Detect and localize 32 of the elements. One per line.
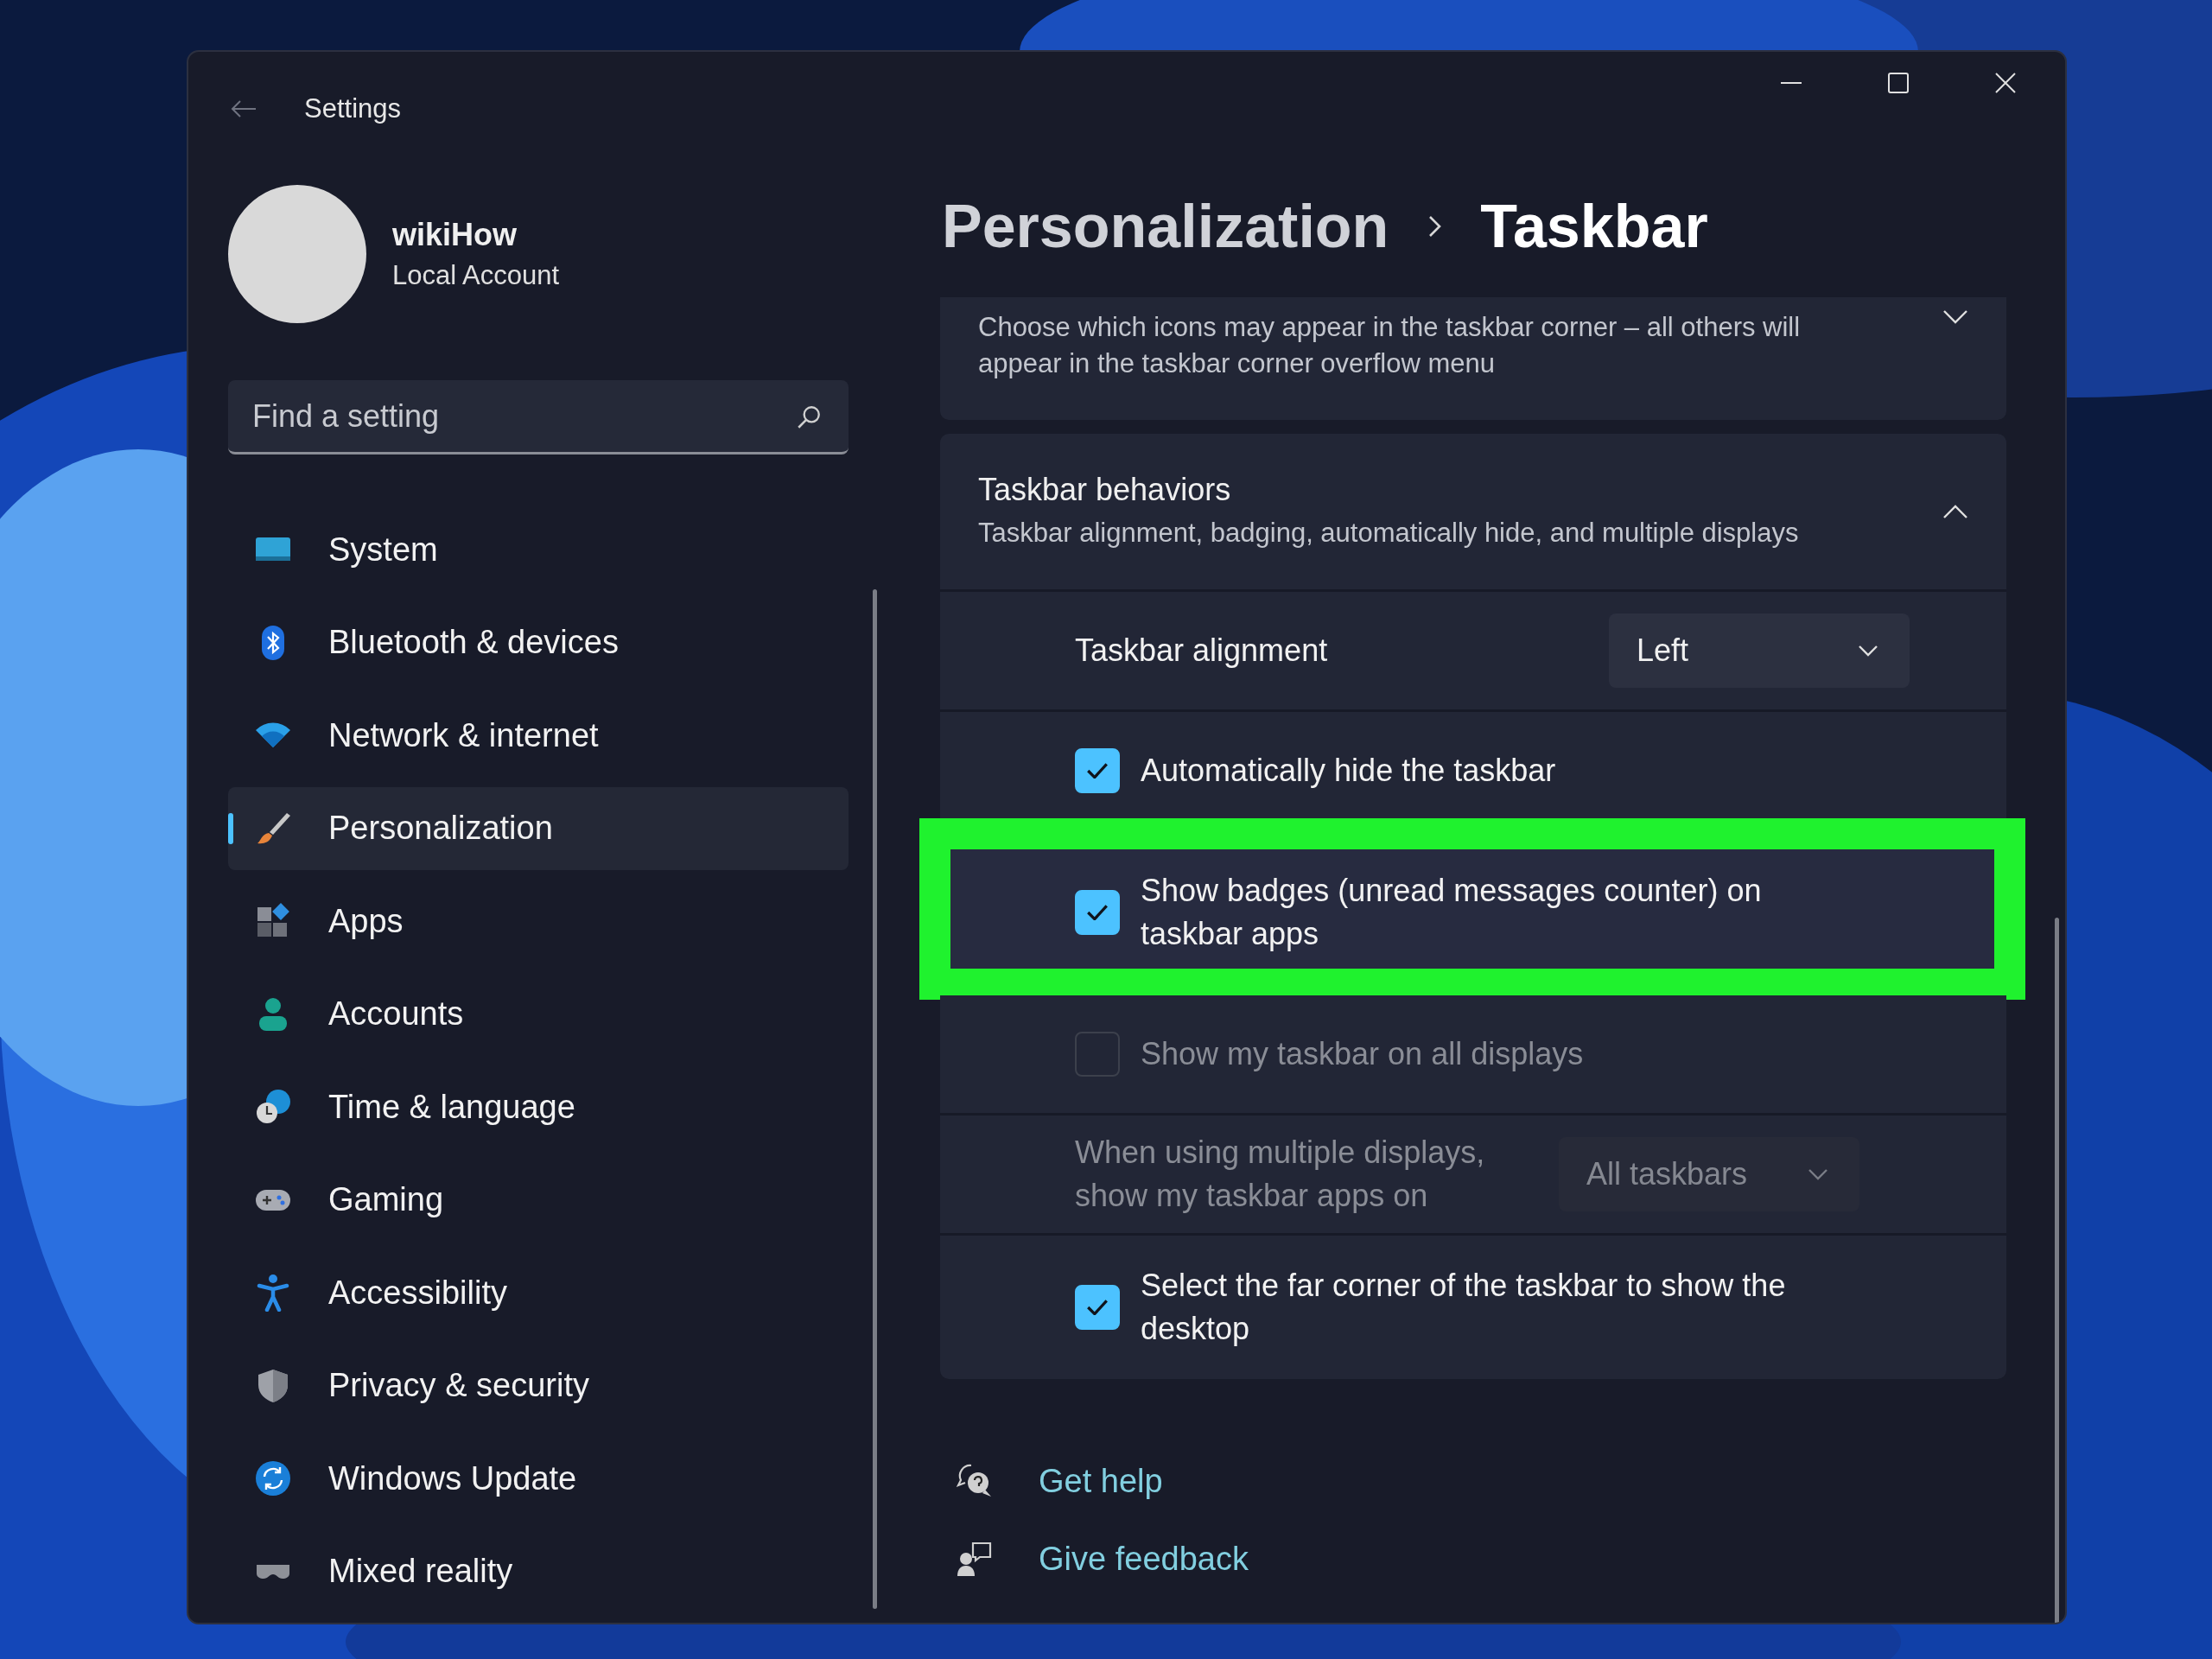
nav-item[interactable]: System — [228, 508, 849, 591]
setting-label: Show badges (unread messages counter) on taskbar apps — [1141, 872, 1763, 953]
account-name: wikiHow — [392, 217, 518, 253]
help-link[interactable]: Get help — [1039, 1462, 1163, 1500]
nav-item[interactable]: Network & internet — [228, 694, 849, 777]
search-field[interactable]: Find a setting — [228, 380, 849, 454]
setting-label: Automatically hide the taskbar — [1141, 752, 1556, 790]
nav-item[interactable]: Accessibility — [228, 1251, 849, 1334]
section-description: Taskbar alignment, badging, automatically hide, and multiple displays — [978, 517, 1800, 550]
page-title: Taskbar — [1480, 192, 1708, 261]
nav-item[interactable]: Bluetooth & devices — [228, 601, 849, 684]
section-header[interactable]: Choose which icons may appear in the taskbar corner – all others will appear in the taskbar corner overflow menu — [940, 297, 2006, 420]
section-description: Choose which icons may appear in the taskbar corner – all others will appear in the taskbar corner overflow menu — [978, 311, 1802, 380]
nav-item[interactable]: Windows Update — [228, 1437, 849, 1520]
nav-item[interactable]: Gaming — [228, 1158, 849, 1242]
window-title: Settings — [304, 93, 401, 124]
nav-item[interactable]: Apps — [228, 880, 849, 963]
nav-item[interactable]: Privacy & security — [228, 1344, 849, 1427]
nav-item[interactable]: Personalization — [228, 786, 849, 870]
nav-item[interactable]: Time & language — [228, 1065, 849, 1148]
section-title: Taskbar behaviors — [978, 472, 1232, 508]
nav-item[interactable]: Accounts — [228, 972, 849, 1056]
breadcrumb-parent[interactable]: Personalization — [942, 192, 1389, 261]
setting-label: Show my taskbar on all displays — [1141, 1035, 1584, 1073]
setting-label: Taskbar alignment — [1075, 632, 1329, 670]
nav-item[interactable]: Mixed reality — [228, 1529, 849, 1613]
dropdown[interactable]: Left — [1609, 613, 1910, 688]
section-header[interactable]: Taskbar behaviors Taskbar alignment, badging, automatically hide, and multiple displays — [940, 434, 2006, 589]
setting-label: When using multiple displays, show my taskbar apps on — [1075, 1134, 1486, 1215]
help-link[interactable]: Give feedback — [1039, 1540, 1249, 1578]
account-type: Local Account — [392, 260, 560, 291]
setting-label: Select the far corner of the taskbar to show the desktop — [1141, 1267, 1787, 1348]
